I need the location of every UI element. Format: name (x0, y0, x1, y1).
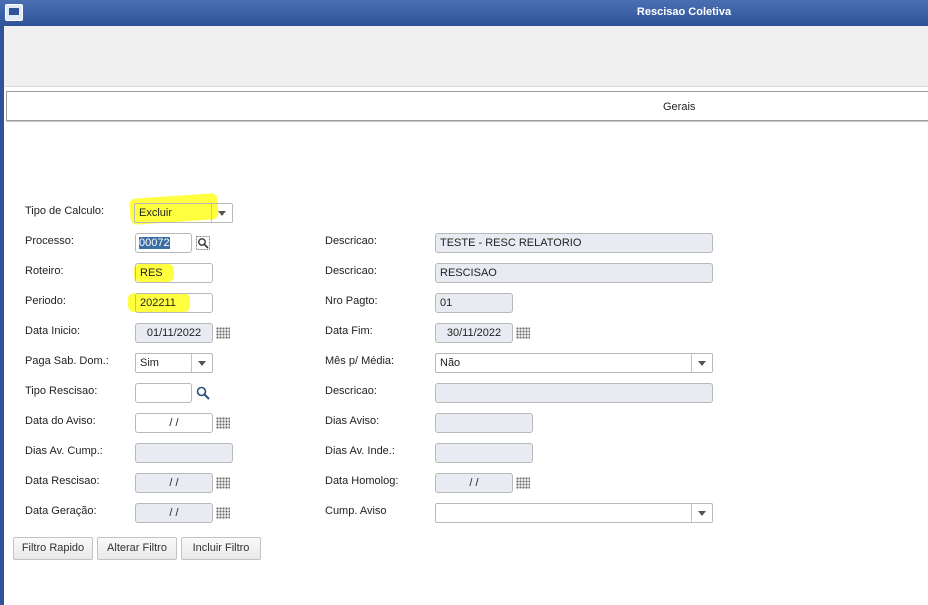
dias-av-cump-field[interactable] (135, 443, 233, 463)
window-frame (0, 26, 4, 605)
processo-input[interactable]: 00072 (135, 233, 192, 253)
dias-aviso-label: Dias Aviso: (325, 415, 380, 427)
tipo-calculo-select[interactable]: Excluir (134, 203, 233, 223)
dias-av-cump-label: Dias Av. Cump.: (25, 445, 103, 457)
data-homolog-label: Data Homolog: (325, 475, 399, 487)
data-inicio-label: Data Inicio: (25, 325, 81, 337)
data-rescisao-input[interactable]: / / (135, 473, 213, 493)
tipo-rescisao-label: Tipo Rescisao: (25, 385, 98, 397)
calendar-icon[interactable] (216, 417, 230, 429)
tipo-rescisao-input[interactable] (135, 383, 192, 403)
dropdown-arrow-icon[interactable] (191, 354, 212, 372)
dropdown-arrow-icon[interactable] (691, 354, 712, 372)
dropdown-arrow-icon[interactable] (211, 204, 232, 222)
processo-value: 00072 (139, 237, 170, 249)
cump-aviso-label: Cump. Aviso (325, 505, 387, 517)
tipo-calculo-value: Excluir (139, 207, 173, 219)
tab-bar: Gerais (6, 91, 928, 121)
paga-sab-dom-value: Sim (140, 357, 159, 369)
data-fim-input[interactable]: 30/11/2022 (435, 323, 513, 343)
paga-sab-dom-label: Paga Sab. Dom.: (25, 355, 109, 367)
calendar-icon[interactable] (516, 477, 530, 489)
periodo-label: Periodo: (25, 295, 66, 307)
processo-descricao-field[interactable]: TESTE - RESC RELATORIO (435, 233, 713, 253)
dias-av-inde-field[interactable] (435, 443, 533, 463)
processo-label: Processo: (25, 235, 74, 247)
rescisao-descricao-field[interactable] (435, 383, 713, 403)
roteiro-descricao-label: Descricao: (325, 265, 377, 277)
data-fim-label: Data Fim: (325, 325, 373, 337)
processo-descricao-label: Descricao: (325, 235, 377, 247)
mes-media-select[interactable]: Não (435, 353, 713, 373)
nro-pagto-field[interactable]: 01 (435, 293, 513, 313)
tipo-calculo-label: Tipo de Calculo: (25, 205, 105, 217)
periodo-input[interactable]: 202211 (135, 293, 213, 313)
calendar-icon[interactable] (216, 477, 230, 489)
incluir-filtro-button[interactable]: Incluir Filtro (181, 537, 261, 560)
data-aviso-input[interactable]: / / (135, 413, 213, 433)
calendar-icon[interactable] (216, 327, 230, 339)
filtro-rapido-button[interactable]: Filtro Rapido (13, 537, 93, 560)
data-geracao-input[interactable]: / / (135, 503, 213, 523)
roteiro-input[interactable]: RES (135, 263, 213, 283)
paga-sab-dom-select[interactable]: Sim (135, 353, 213, 373)
cump-aviso-select[interactable] (435, 503, 713, 523)
data-inicio-input[interactable]: 01/11/2022 (135, 323, 213, 343)
dias-av-inde-label: Dias Av. Inde.: (325, 445, 395, 457)
window-title: Rescisao Coletiva (636, 6, 732, 18)
dropdown-arrow-icon[interactable] (691, 504, 712, 522)
data-geracao-label: Data Geração: (25, 505, 97, 517)
calendar-icon[interactable] (216, 507, 230, 519)
roteiro-descricao-field[interactable]: RESCISAO (435, 263, 713, 283)
rescisao-descricao-label: Descricao: (325, 385, 377, 397)
data-aviso-label: Data do Aviso: (25, 415, 96, 427)
tab-gerais[interactable]: Gerais (663, 101, 695, 113)
lookup-icon[interactable] (196, 236, 210, 250)
toolbar-area (4, 26, 928, 87)
roteiro-label: Roteiro: (25, 265, 64, 277)
search-icon[interactable] (196, 386, 210, 400)
mes-media-value: Não (440, 357, 461, 369)
calendar-icon[interactable] (516, 327, 530, 339)
title-bar: Rescisao Coletiva (0, 0, 928, 26)
alterar-filtro-button[interactable]: Alterar Filtro (97, 537, 177, 560)
data-homolog-input[interactable]: / / (435, 473, 513, 493)
dias-aviso-field[interactable] (435, 413, 533, 433)
mes-media-label: Mês p/ Média: (325, 355, 395, 367)
nro-pagto-label: Nro Pagto: (325, 295, 378, 307)
data-rescisao-label: Data Rescisao: (25, 475, 100, 487)
tab-divider (6, 121, 928, 122)
